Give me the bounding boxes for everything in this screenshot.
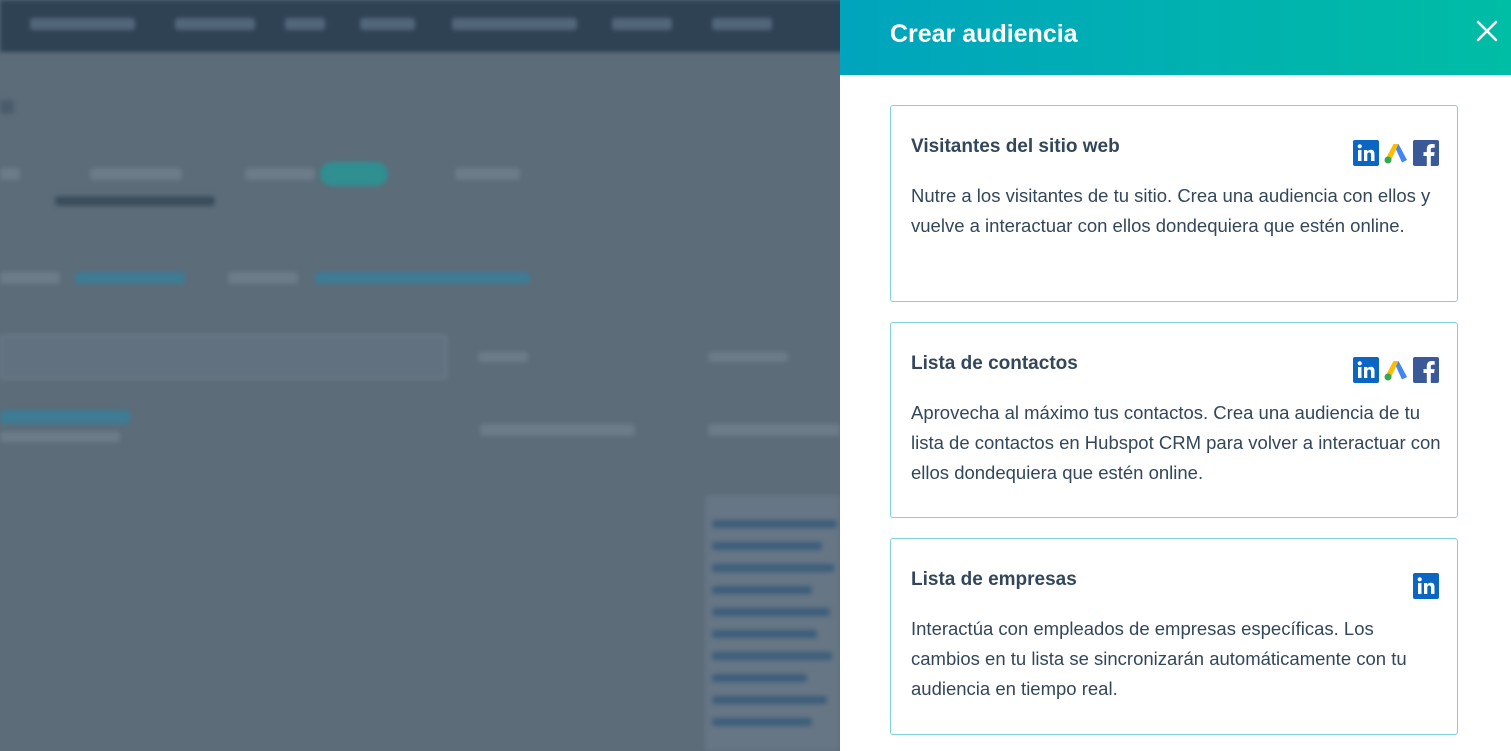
card-description: Nutre a los visitantes de tu sitio. Crea… bbox=[911, 185, 1431, 236]
linkedin-icon bbox=[1353, 140, 1379, 166]
contact-list-card[interactable]: Lista de contactos Aprovecha al máximo t… bbox=[890, 322, 1458, 518]
card-description: Interactúa con empleados de empresas esp… bbox=[911, 618, 1407, 699]
card-title: Lista de empresas bbox=[911, 569, 1077, 590]
website-visitors-card[interactable]: Visitantes del sitio web Nutre a los vis… bbox=[890, 105, 1458, 302]
network-icons bbox=[1353, 357, 1439, 383]
create-audience-panel: Crear audiencia Visitantes del sitio web… bbox=[840, 0, 1511, 751]
google-ads-icon bbox=[1383, 357, 1409, 383]
card-title: Visitantes del sitio web bbox=[911, 136, 1120, 157]
facebook-icon bbox=[1413, 140, 1439, 166]
network-icons bbox=[1353, 140, 1439, 166]
facebook-icon bbox=[1413, 357, 1439, 383]
card-description: Aprovecha al máximo tus contactos. Crea … bbox=[911, 402, 1441, 483]
panel-title: Crear audiencia bbox=[890, 20, 1078, 48]
google-ads-icon bbox=[1383, 140, 1409, 166]
close-icon[interactable] bbox=[1475, 19, 1499, 43]
card-title: Lista de contactos bbox=[911, 353, 1078, 374]
linkedin-icon bbox=[1353, 357, 1379, 383]
company-list-card[interactable]: Lista de empresas Interactúa con emplead… bbox=[890, 538, 1458, 735]
network-icons bbox=[1413, 573, 1439, 599]
linkedin-icon bbox=[1413, 573, 1439, 599]
panel-header: Crear audiencia bbox=[840, 0, 1511, 75]
